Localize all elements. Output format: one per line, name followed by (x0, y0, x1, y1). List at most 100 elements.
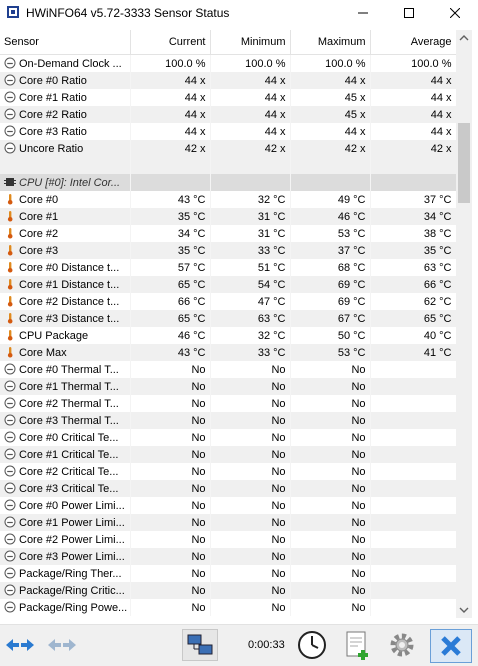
sensor-group-row[interactable]: CPU [#0]: Intel Cor... (0, 174, 456, 191)
sensor-name: Core #2 Thermal T... (19, 398, 119, 410)
maximize-button[interactable] (386, 0, 432, 26)
sensor-row[interactable]: Core #1 Power Limi... No No No (0, 514, 456, 531)
sensor-row[interactable]: Core #3 Power Limi... No No No (0, 548, 456, 565)
sensor-row[interactable]: Core #0 Power Limi... No No No (0, 497, 456, 514)
maximum-value: 42 x (290, 140, 371, 157)
sensor-row[interactable]: Core #2 Ratio 44 x 44 x 45 x 44 x (0, 106, 456, 123)
sensor-row[interactable]: Core #1 Thermal T... No No No (0, 378, 456, 395)
column-header-maximum[interactable]: Maximum (290, 30, 371, 55)
average-value (370, 395, 456, 412)
sensor-name-cell: Core #3 Distance t... (0, 310, 131, 327)
thermometer-icon (7, 347, 13, 358)
sensor-row[interactable]: Core #0 Ratio 44 x 44 x 44 x 44 x (0, 72, 456, 89)
sensor-name: Core #1 Distance t... (19, 279, 120, 291)
sensor-row[interactable]: Core #2 34 °C 31 °C 53 °C 38 °C (0, 225, 456, 242)
sensor-row[interactable]: Core #2 Power Limi... No No No (0, 531, 456, 548)
sensor-row[interactable]: Core Max 43 °C 33 °C 53 °C 41 °C (0, 344, 456, 361)
thermometer-icon (7, 211, 13, 222)
sensor-row[interactable]: Package/Ring Ther... No No No (0, 565, 456, 582)
sensor-name: Core #1 Ratio (19, 92, 87, 104)
minimum-value: 42 x (210, 140, 291, 157)
title-bar[interactable]: HWiNFO64 v5.72-3333 Sensor Status (0, 0, 478, 26)
minimum-value: No (210, 446, 291, 463)
maximum-value: 53 °C (290, 225, 371, 242)
minimum-value: No (210, 582, 291, 599)
current-value: No (130, 463, 211, 480)
average-value: 35 °C (370, 242, 456, 259)
clock-button[interactable] (294, 629, 330, 661)
sensor-name-cell: Core #3 Power Limi... (0, 548, 131, 565)
column-header-minimum[interactable]: Minimum (210, 30, 291, 55)
minimize-button[interactable] (340, 0, 386, 26)
sensor-row[interactable]: Core #3 Critical Te... No No No (0, 480, 456, 497)
current-value: 44 x (130, 89, 211, 106)
navigate-disabled-button[interactable] (44, 629, 80, 661)
sensor-row[interactable]: Core #2 Thermal T... No No No (0, 395, 456, 412)
window-title: HWiNFO64 v5.72-3333 Sensor Status (26, 6, 230, 20)
sensor-row[interactable]: Core #3 Distance t... 65 °C 63 °C 67 °C 65 °… (0, 310, 456, 327)
scroll-down-arrow-icon[interactable] (459, 606, 469, 614)
elapsed-time: 0:00:33 (248, 639, 285, 651)
clock-gauge-icon (4, 397, 16, 409)
current-value: No (130, 531, 211, 548)
sensor-name-cell: Core Max (0, 344, 131, 361)
sensor-row[interactable]: Core #1 35 °C 31 °C 46 °C 34 °C (0, 208, 456, 225)
sensor-name-cell: CPU Package (0, 327, 131, 344)
column-header-current[interactable]: Current (130, 30, 211, 55)
sensor-row[interactable]: Core #0 Distance t... 57 °C 51 °C 68 °C 63 °… (0, 259, 456, 276)
maximum-value: No (290, 446, 371, 463)
clock-gauge-icon (4, 482, 16, 494)
sensor-row[interactable]: Core #0 43 °C 32 °C 49 °C 37 °C (0, 191, 456, 208)
navigate-left-right-button[interactable] (2, 629, 38, 661)
minimum-value: 44 x (210, 72, 291, 89)
average-value (370, 531, 456, 548)
sensor-name: Core #0 Critical Te... (19, 432, 119, 444)
column-header-sensor[interactable]: Sensor (0, 30, 131, 55)
sensor-row[interactable]: Core #2 Critical Te... No No No (0, 463, 456, 480)
sensor-row[interactable]: Core #1 Distance t... 65 °C 54 °C 69 °C 66 °… (0, 276, 456, 293)
clock-gauge-icon (4, 550, 16, 562)
column-header-average[interactable]: Average (370, 30, 456, 55)
maximum-value: 49 °C (290, 191, 371, 208)
sensor-name-cell: Uncore Ratio (0, 140, 131, 157)
vertical-scrollbar[interactable] (456, 30, 472, 618)
sensor-row[interactable]: Core #0 Thermal T... No No No (0, 361, 456, 378)
current-value: 43 °C (130, 191, 211, 208)
sensor-name: Core #2 (19, 228, 59, 240)
sensor-grid[interactable]: Sensor Current Minimum Maximum Average O… (0, 30, 456, 618)
thermometer-icon (7, 296, 13, 307)
sensor-row[interactable]: Core #0 Critical Te... No No No (0, 429, 456, 446)
sensor-row[interactable]: Core #2 Distance t... 66 °C 47 °C 69 °C 62 °… (0, 293, 456, 310)
current-value (130, 157, 211, 174)
sensor-row[interactable]: Core #3 Ratio 44 x 44 x 44 x 44 x (0, 123, 456, 140)
minimum-value: 33 °C (210, 242, 291, 259)
sensor-row[interactable]: CPU Package 46 °C 32 °C 50 °C 40 °C (0, 327, 456, 344)
settings-button[interactable] (384, 629, 420, 661)
average-value: 40 °C (370, 327, 456, 344)
spacer-row[interactable] (0, 157, 456, 174)
sensor-row[interactable]: Core #1 Ratio 44 x 44 x 45 x 44 x (0, 89, 456, 106)
add-report-button[interactable] (340, 629, 376, 661)
sensor-row[interactable]: Package/Ring Powe... No No No (0, 599, 456, 616)
sensor-row[interactable]: Package/Ring Critic... No No No (0, 582, 456, 599)
scrollbar-thumb[interactable] (458, 123, 470, 203)
scroll-up-arrow-icon[interactable] (459, 34, 469, 42)
sensor-row[interactable]: On-Demand Clock ... 100.0 % 100.0 % 100.0 %… (0, 54, 456, 72)
sensor-row[interactable]: Core #3 Thermal T... No No No (0, 412, 456, 429)
sensor-row[interactable]: Core #3 35 °C 33 °C 37 °C 35 °C (0, 242, 456, 259)
network-button[interactable] (182, 629, 218, 661)
close-window-button[interactable] (432, 0, 478, 26)
sensor-row[interactable]: Uncore Ratio 42 x 42 x 42 x 42 x (0, 140, 456, 157)
current-value: No (130, 480, 211, 497)
clock-icon (298, 631, 326, 659)
sensor-name-cell: Core #2 Thermal T... (0, 395, 131, 412)
current-value: 44 x (130, 106, 211, 123)
sensor-name: Core #1 Power Limi... (19, 517, 125, 529)
thermometer-icon (7, 245, 13, 256)
maximum-value: 44 x (290, 123, 371, 140)
sensor-row[interactable]: Core #1 Critical Te... No No No (0, 446, 456, 463)
minimum-value: No (210, 565, 291, 582)
clock-gauge-icon (4, 533, 16, 545)
close-sensors-button[interactable] (430, 629, 472, 663)
average-value: 44 x (370, 123, 456, 140)
